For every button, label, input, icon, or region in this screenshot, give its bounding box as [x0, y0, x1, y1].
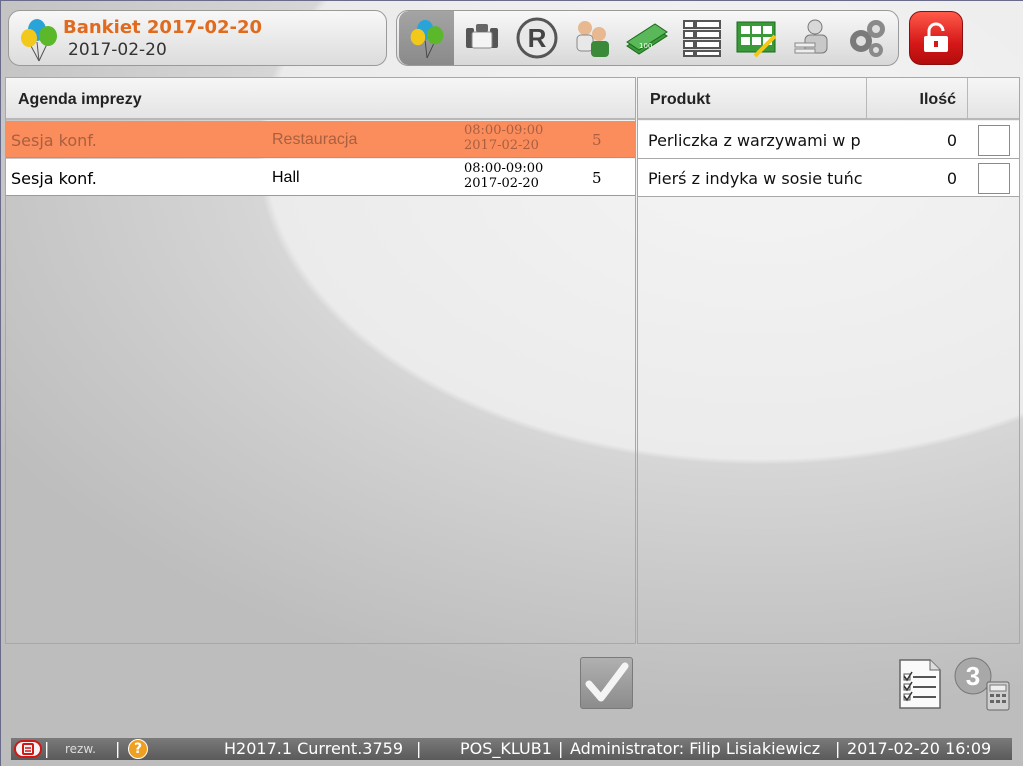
guests-button[interactable]: [564, 11, 619, 65]
product-name: Perliczka z warzywami w p: [648, 131, 861, 150]
svg-text:3: 3: [966, 661, 980, 691]
banquet-table-button[interactable]: [454, 11, 509, 65]
product-row[interactable]: Perliczka z warzywami w p 0: [638, 121, 1019, 159]
status-separator: |: [115, 739, 121, 758]
status-separator: |: [44, 739, 50, 758]
agenda-row-place: Restauracja: [272, 131, 358, 148]
svg-text:100: 100: [639, 42, 652, 50]
product-column-header[interactable]: Produkt: [638, 78, 867, 118]
rezw-label[interactable]: rezw.: [65, 742, 96, 756]
svg-text:R: R: [527, 23, 546, 53]
status-bar: | rezw. | ? H2017.1 Current.3759 | POS_K…: [11, 738, 1012, 760]
product-column-label: Produkt: [650, 91, 711, 108]
agenda-row-date: 2017-02-20: [464, 176, 539, 191]
main-toolbar: R 100: [396, 10, 899, 66]
calculator-count-icon[interactable]: 3: [953, 656, 1011, 711]
guests-icon: [576, 21, 609, 57]
agenda-row[interactable]: Sesja konf. Restauracja 08:00-09:00 2017…: [6, 121, 635, 158]
staff-button[interactable]: [784, 11, 839, 65]
product-qty: 0: [946, 131, 957, 150]
user-label: Administrator: Filip Lisiakiewicz: [570, 739, 821, 758]
datetime-label: 2017-02-20 16:09: [847, 739, 992, 758]
agenda-row-count: 5: [592, 131, 602, 149]
agenda-row[interactable]: Sesja konf. Hall 08:00-09:00 2017-02-20 …: [6, 159, 635, 196]
money-button[interactable]: 100: [619, 11, 674, 65]
checkmark-icon: [585, 662, 628, 702]
agenda-row-time-range: 08:00-09:00: [464, 123, 544, 138]
agenda-row-time-range: 08:00-09:00: [464, 161, 544, 176]
agenda-header-label: Agenda imprezy: [18, 91, 142, 108]
list-grid-button[interactable]: [674, 11, 729, 65]
balloons-icon: [21, 19, 57, 62]
event-date: 2017-02-20: [68, 40, 167, 60]
agenda-row-date: 2017-02-20: [464, 138, 539, 153]
checklist-board-button[interactable]: [729, 11, 784, 65]
settings-button[interactable]: [839, 11, 894, 65]
product-row[interactable]: Pierś z indyka w sosie tuńc 0: [638, 159, 1019, 197]
product-checkbox[interactable]: [978, 125, 1010, 156]
agenda-panel: Agenda imprezy Sesja konf. Restauracja 0…: [5, 77, 636, 644]
product-checkbox[interactable]: [978, 163, 1010, 194]
checklist-board-icon: [736, 21, 776, 58]
version-label: H2017.1 Current.3759: [224, 739, 403, 758]
money-icon: 100: [625, 23, 668, 55]
help-icon[interactable]: ?: [128, 739, 148, 759]
balloons-icon: [410, 19, 443, 59]
staff-icon: [794, 19, 827, 54]
agenda-row-count: 5: [592, 169, 602, 187]
reservation-button[interactable]: R: [509, 11, 564, 65]
check-column-header: [968, 78, 1019, 118]
qty-column-header[interactable]: Ilość: [867, 78, 968, 118]
confirm-button[interactable]: [580, 657, 633, 709]
status-separator: |: [558, 739, 564, 758]
agenda-row-name: Sesja konf.: [11, 169, 97, 188]
product-qty: 0: [946, 169, 957, 188]
balloons-tool-button[interactable]: [399, 11, 454, 65]
top-bar: Bankiet 2017-02-20 2017-02-20 R 100: [1, 1, 1023, 73]
agenda-row-time: 08:00-09:00 2017-02-20: [464, 123, 543, 153]
agenda-row-time: 08:00-09:00 2017-02-20: [464, 161, 543, 191]
unlocked-padlock-icon: [924, 22, 948, 52]
status-separator: |: [835, 739, 841, 758]
pos-label: POS_KLUB1: [460, 739, 552, 758]
product-name: Pierś z indyka w sosie tuńc: [648, 169, 863, 188]
products-panel: Produkt Ilość Perliczka z warzywami w p …: [637, 77, 1020, 644]
qty-column-label: Ilość: [919, 91, 956, 108]
products-header: Produkt Ilość: [638, 78, 1019, 120]
list-grid-icon: [682, 20, 721, 57]
event-info-box[interactable]: Bankiet 2017-02-20 2017-02-20: [8, 10, 387, 66]
banquet-table-icon: [465, 24, 498, 49]
agenda-row-place: Hall: [272, 169, 300, 186]
agenda-row-name: Sesja konf.: [11, 131, 97, 150]
settings-gears-icon: [849, 20, 885, 57]
checklist-icon[interactable]: [898, 658, 942, 710]
lock-button[interactable]: [909, 11, 963, 65]
agenda-header: Agenda imprezy: [6, 78, 635, 120]
reservation-r-icon: R: [516, 17, 557, 59]
printer-icon[interactable]: [14, 740, 42, 758]
event-title: Bankiet 2017-02-20: [63, 17, 263, 38]
status-separator: |: [416, 739, 422, 758]
